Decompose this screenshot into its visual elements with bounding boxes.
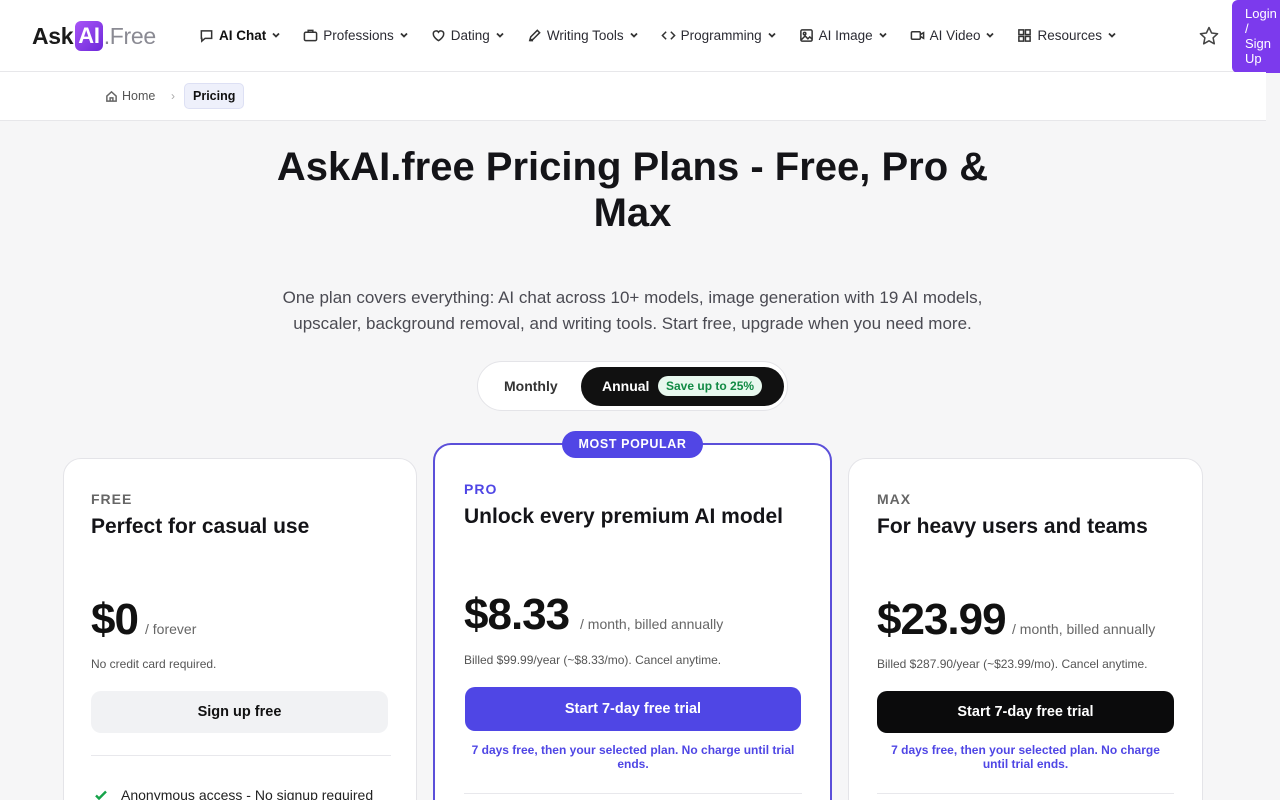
chat-icon xyxy=(200,29,213,43)
plan-period: / month, billed annually xyxy=(1012,621,1156,637)
breadcrumb-current: Pricing xyxy=(184,83,245,109)
site-logo[interactable]: Ask AI .Free xyxy=(32,21,156,51)
plan-tier: FREE xyxy=(91,491,133,507)
plan-headline: Unlock every premium AI model xyxy=(464,505,783,528)
nav-professions[interactable]: Professions xyxy=(303,24,409,46)
video-icon xyxy=(910,30,925,40)
nav-dating[interactable]: Dating xyxy=(431,24,505,46)
breadcrumb-home-label: Home xyxy=(122,89,156,103)
heart-icon xyxy=(432,29,445,42)
page-subtitle: One plan covers everything: AI chat acro… xyxy=(282,288,983,333)
sign-up-free-button[interactable]: Sign up free xyxy=(91,691,388,733)
plan-card-free: FREE Perfect for casual use $0 / forever… xyxy=(63,458,417,800)
billing-toggle: Monthly Annual Save up to 25% xyxy=(477,361,788,411)
nav-writing-tools[interactable]: Writing Tools xyxy=(527,24,639,46)
plan-period: / month, billed annually xyxy=(580,616,724,632)
trial-note: 7 days free, then your selected plan. No… xyxy=(471,743,795,771)
chevron-down-icon xyxy=(272,32,280,38)
plan-card-pro: PRO Unlock every premium AI model $8.33 … xyxy=(433,443,832,800)
plan-card-max: MAX For heavy users and teams $23.99 / m… xyxy=(848,458,1203,800)
nav-ai-chat[interactable]: AI Chat xyxy=(199,24,281,46)
nav-label: AI Video xyxy=(929,27,981,43)
plan-note: Billed $99.99/year (~$8.33/mo). Cancel a… xyxy=(464,653,722,667)
most-popular-badge: MOST POPULAR xyxy=(562,431,703,458)
site-header: Ask AI .Free AI Chat Professions Dating … xyxy=(0,0,1280,73)
code-icon xyxy=(660,30,676,40)
plan-note: No credit card required. xyxy=(91,657,217,671)
main-nav: AI Chat Professions Dating Writing Tools… xyxy=(199,24,1139,46)
page-title: AskAI.free Pricing Plans - Free, Pro & M… xyxy=(276,145,989,235)
nav-label: Dating xyxy=(450,27,490,43)
plan-price: $0 xyxy=(91,595,139,644)
image-icon xyxy=(799,28,813,42)
grid-icon xyxy=(1018,28,1032,42)
chevron-down-icon xyxy=(1108,32,1116,38)
plan-price: $23.99 xyxy=(877,595,1007,644)
annual-option[interactable]: Annual Save up to 25% xyxy=(581,367,784,406)
nav-label: Programming xyxy=(680,27,762,43)
nav-ai-image[interactable]: AI Image xyxy=(799,24,888,46)
divider xyxy=(877,793,1174,794)
nav-label: Professions xyxy=(323,27,394,43)
plan-tier: MAX xyxy=(877,491,912,507)
chevron-down-icon xyxy=(986,32,995,38)
home-icon xyxy=(106,90,117,102)
nav-programming[interactable]: Programming xyxy=(660,24,777,46)
plan-period: / forever xyxy=(145,621,197,637)
start-trial-button-pro[interactable]: Start 7-day free trial xyxy=(465,687,801,731)
breadcrumb-home[interactable]: Home xyxy=(105,89,155,103)
feature-item: Anonymous access - No signup required xyxy=(94,787,373,800)
chevron-right-icon: › xyxy=(171,89,175,103)
feature-label: Anonymous access - No signup required xyxy=(121,787,374,800)
nav-label: Resources xyxy=(1037,27,1102,43)
plan-tier: PRO xyxy=(464,481,498,497)
chevron-down-icon xyxy=(629,32,638,38)
login-signup-button[interactable]: Login / Sign Up xyxy=(1232,0,1280,73)
divider xyxy=(464,793,802,794)
plan-note: Billed $287.90/year (~$23.99/mo). Cancel… xyxy=(877,657,1148,671)
plan-headline: For heavy users and teams xyxy=(877,515,1148,538)
logo-ask: Ask xyxy=(32,22,74,49)
logo-ai: AI xyxy=(75,21,103,51)
chevron-down-icon xyxy=(768,32,776,38)
start-trial-button-max[interactable]: Start 7-day free trial xyxy=(877,691,1174,733)
nav-label: AI Image xyxy=(818,27,873,43)
trial-note: 7 days free, then your selected plan. No… xyxy=(891,743,1160,771)
pencil-icon xyxy=(528,28,541,41)
nav-ai-video[interactable]: AI Video xyxy=(910,24,996,46)
plan-headline: Perfect for casual use xyxy=(91,515,310,538)
nav-label: AI Chat xyxy=(219,27,267,43)
briefcase-icon xyxy=(303,29,318,41)
annual-label: Annual xyxy=(602,378,650,394)
logo-free: .Free xyxy=(103,22,156,49)
chevron-down-icon xyxy=(879,32,887,38)
chevron-down-icon xyxy=(400,32,408,38)
nav-resources[interactable]: Resources xyxy=(1017,24,1117,46)
check-icon xyxy=(95,790,107,800)
breadcrumb: Home › Pricing xyxy=(0,72,1266,121)
plan-price: $8.33 xyxy=(464,590,570,639)
nav-label: Writing Tools xyxy=(546,27,624,43)
favorite-star-icon[interactable] xyxy=(1198,25,1220,47)
save-badge: Save up to 25% xyxy=(658,376,763,396)
chevron-down-icon xyxy=(496,32,504,38)
login-label: Login / Sign Up xyxy=(1245,6,1277,66)
monthly-option[interactable]: Monthly xyxy=(504,378,558,394)
divider xyxy=(91,755,391,756)
